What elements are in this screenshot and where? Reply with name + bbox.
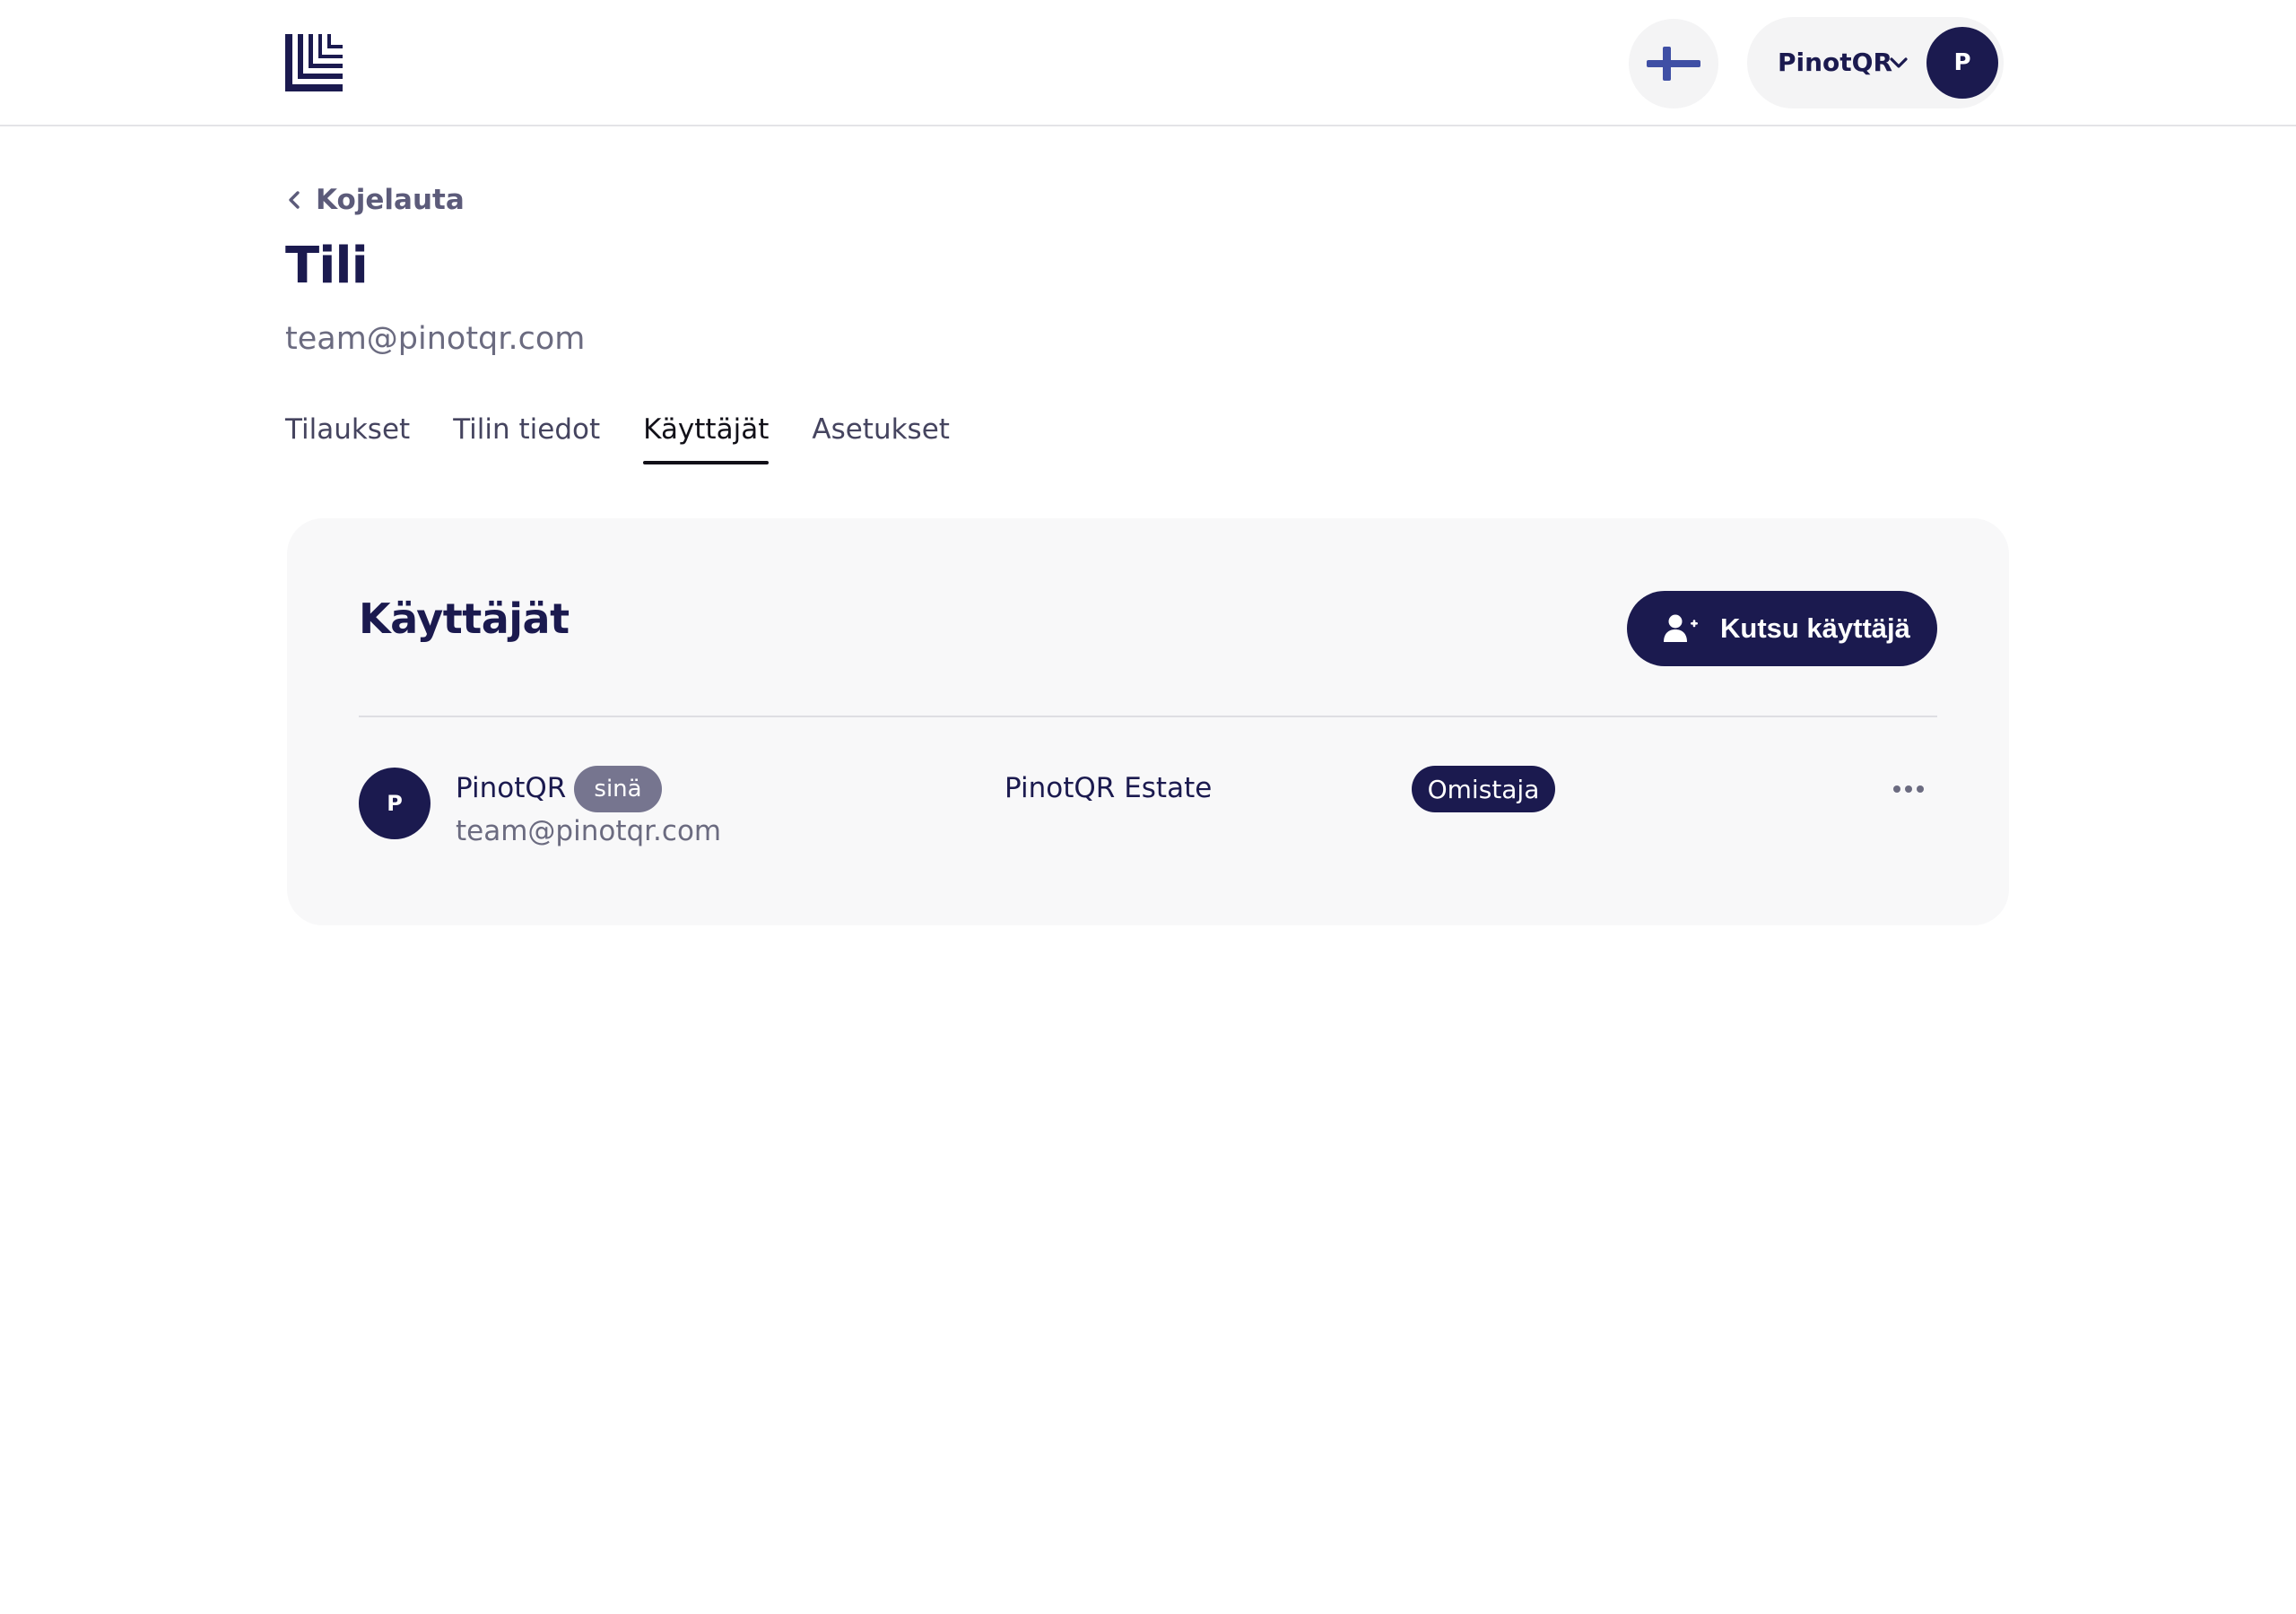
account-tabs: Tilaukset Tilin tiedot Käyttäjät Asetuks… — [285, 411, 950, 464]
users-card-title: Käyttäjät — [359, 594, 570, 643]
back-link-label: Kojelauta — [316, 184, 465, 216]
role-badge: Omistaja — [1412, 766, 1555, 812]
users-card: Käyttäjät Kutsu käyttäjä P PinotQR sinä … — [287, 518, 2009, 925]
user-plus-icon — [1664, 614, 1698, 642]
user-avatar: P — [359, 768, 430, 839]
tab-account-details[interactable]: Tilin tiedot — [453, 411, 600, 464]
divider — [359, 716, 1937, 717]
invite-user-button[interactable]: Kutsu käyttäjä — [1627, 591, 1937, 666]
more-options-button[interactable] — [1887, 771, 1930, 807]
account-email: team@pinotqr.com — [285, 321, 586, 357]
tab-subscriptions[interactable]: Tilaukset — [285, 411, 410, 464]
finland-flag-icon — [1647, 47, 1700, 81]
chevron-left-icon — [289, 191, 300, 209]
account-name: PinotQR — [1778, 48, 1893, 77]
invite-user-label: Kutsu käyttäjä — [1720, 612, 1910, 644]
tab-users[interactable]: Käyttäjät — [643, 411, 770, 464]
user-email: team@pinotqr.com — [456, 815, 722, 847]
back-link[interactable]: Kojelauta — [285, 181, 465, 219]
pinotqr-logo-icon[interactable] — [285, 34, 343, 91]
tab-settings[interactable]: Asetukset — [812, 411, 950, 464]
user-organization: PinotQR Estate — [1004, 772, 1213, 804]
top-header: PinotQR P — [0, 0, 2296, 126]
chevron-down-icon — [1890, 57, 1908, 68]
account-avatar: P — [1926, 27, 1998, 99]
user-row: P PinotQR sinä team@pinotqr.com PinotQR … — [359, 766, 1937, 857]
page-title: Tili — [285, 237, 369, 295]
more-horizontal-icon — [1893, 785, 1924, 793]
language-button[interactable] — [1629, 19, 1718, 108]
you-badge: sinä — [574, 766, 662, 812]
account-menu-button[interactable]: PinotQR P — [1747, 17, 2004, 108]
user-name: PinotQR — [456, 772, 567, 804]
